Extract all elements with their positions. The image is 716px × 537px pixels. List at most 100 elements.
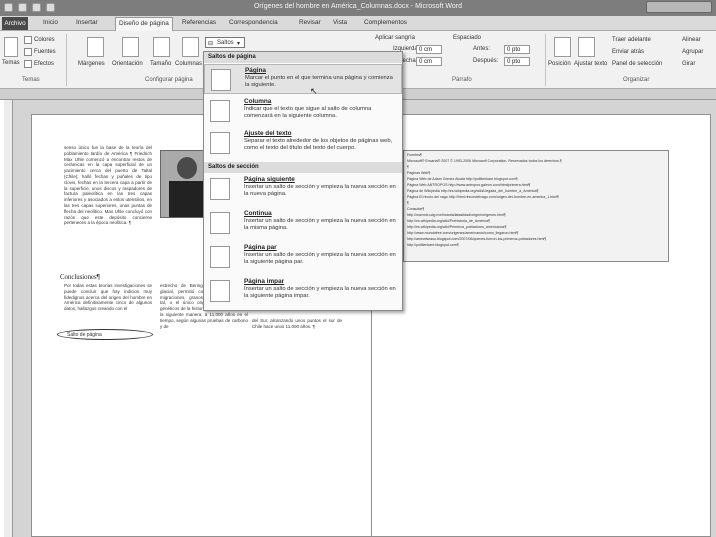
spacing-header: Espaciado <box>453 35 482 41</box>
menu-item-title: Página impar <box>244 278 285 285</box>
orientation-button[interactable]: Orientación <box>112 61 143 67</box>
position-button[interactable]: Posición <box>548 61 571 67</box>
source-line: Página Web de Adam Gómez Alcalá http://p… <box>407 177 518 181</box>
tab-home[interactable]: Inicio <box>43 19 58 26</box>
menu-item-next-page[interactable]: Página siguiente Insertar un salto de se… <box>204 174 402 204</box>
source-line: Páginas Web¶ <box>407 171 431 175</box>
divider <box>545 34 546 86</box>
source-line: http://politienkare.blogspot.com¶ <box>407 243 459 247</box>
send-backward-button[interactable]: Enviar atrás <box>612 49 644 55</box>
rotate-button[interactable]: Girar <box>682 61 695 67</box>
section-header-section-breaks: Saltos de sección <box>204 162 402 173</box>
tab-mailings[interactable]: Correspondencia <box>229 19 278 26</box>
align-button[interactable]: Alinear <box>682 37 701 43</box>
menu-item-text-wrapping[interactable]: Ajuste del texto Separar el texto alrede… <box>204 128 402 158</box>
indent-header: Aplicar sangría <box>375 35 416 41</box>
vertical-ruler[interactable] <box>4 100 13 537</box>
orientation-icon[interactable] <box>122 37 139 57</box>
source-line: ¶ <box>407 201 409 205</box>
indent-right-input[interactable]: 0 cm <box>416 57 442 66</box>
margins-button[interactable]: Márgenes <box>78 61 105 67</box>
source-line: Consultar¶ <box>407 207 425 211</box>
menu-item-title: Ajuste del texto <box>244 130 292 137</box>
source-line: http://es.wikipedia.org/wiki/Prehistoria… <box>407 219 491 223</box>
tab-insert[interactable]: Insertar <box>76 19 98 26</box>
breaks-dropdown-menu: Saltos de página Página Marcar el punto … <box>203 51 403 311</box>
group-button[interactable]: Agrupar <box>682 49 703 55</box>
tab-addins[interactable]: Complementos <box>364 19 407 26</box>
position-icon[interactable] <box>554 37 571 57</box>
tab-references[interactable]: Referencias <box>182 19 216 26</box>
effects-icon[interactable] <box>24 60 32 68</box>
menu-item-desc: Insertar un salto de sección y empieza l… <box>244 286 396 299</box>
page-break-icon <box>211 69 231 91</box>
columns-button[interactable]: Columnas <box>175 61 202 67</box>
portrait-head <box>177 157 197 179</box>
themes-icon[interactable] <box>4 37 18 57</box>
tab-file[interactable]: Archivo <box>2 17 28 30</box>
source-line: Microsoft® Encarta® 2007 © 1993-2006 Mic… <box>407 159 562 163</box>
section-header-page-breaks: Saltos de página <box>204 52 402 63</box>
indent-left-input[interactable]: 0 cm <box>416 45 442 54</box>
source-line: ¶ <box>407 165 409 169</box>
breaks-icon: ⊟ <box>208 41 214 47</box>
colors-icon[interactable] <box>24 36 32 44</box>
source-line: http://www.mundofree.com/origenes/americ… <box>407 231 519 235</box>
group-themes: Temas <box>22 77 40 83</box>
wrap-text-button[interactable]: Ajustar texto <box>574 61 607 67</box>
effects-button[interactable]: Efectos <box>34 61 54 67</box>
source-line: http://maxmix.udg.mx/historia/latastidad… <box>407 213 506 217</box>
menu-item-desc: Marcar el punto en el que termina una pá… <box>245 75 393 88</box>
text-wrapping-icon <box>210 132 230 154</box>
menu-item-title: Página siguiente <box>244 176 295 183</box>
margins-icon[interactable] <box>87 37 104 57</box>
menu-item-column-break[interactable]: Columna Indicar que el texto que sigue a… <box>204 96 402 126</box>
size-button[interactable]: Tamaño <box>150 61 171 67</box>
menu-item-desc: Insertar un salto de sección y empieza l… <box>244 184 396 197</box>
source-line: http://amewiseaso.blogspot.com/2007/06/q… <box>407 237 547 241</box>
menu-item-title: Página par <box>244 244 277 251</box>
mouse-cursor-icon: ↖ <box>310 86 318 96</box>
ribbon-tabs: Archivo Inicio Insertar Diseño de página… <box>0 16 716 31</box>
fonts-button[interactable]: Fuentes <box>34 49 56 55</box>
odd-page-icon <box>210 280 230 302</box>
conclusions-text: Por todas estas teorías investigaciones … <box>64 283 152 312</box>
tab-review[interactable]: Revisar <box>299 19 321 26</box>
divider <box>66 34 67 86</box>
menu-item-page-break[interactable]: Página Marcar el punto en el que termina… <box>204 64 402 94</box>
tab-page-layout[interactable]: Diseño de página <box>115 17 173 31</box>
spacing-before-label: Antes: <box>473 46 491 52</box>
size-icon[interactable] <box>153 37 170 57</box>
menu-item-odd-page[interactable]: Página impar Insertar un salto de secció… <box>204 276 402 306</box>
breaks-label: Saltos <box>217 40 234 46</box>
page-break-marker: Salto de página <box>67 332 102 338</box>
bring-forward-button[interactable]: Traer adelante <box>612 37 651 43</box>
menu-item-title: Continua <box>244 210 272 217</box>
source-line: Fuentes¶ <box>407 153 422 157</box>
column-1-text: senso único fue la base de la teoría del… <box>64 145 152 226</box>
window-controls[interactable] <box>646 1 712 13</box>
continuous-icon <box>210 212 230 234</box>
menu-item-even-page[interactable]: Página par Insertar un salto de sección … <box>204 242 402 272</box>
menu-item-continuous[interactable]: Continua Insertar un salto de sección y … <box>204 208 402 238</box>
chevron-down-icon: ▾ <box>237 41 241 47</box>
menu-item-desc: Separar el texto alrededor de los objeto… <box>244 138 393 151</box>
fonts-icon[interactable] <box>24 48 32 56</box>
menu-item-desc: Insertar un salto de sección y empieza l… <box>244 252 396 265</box>
selection-pane-button[interactable]: Panel de selección <box>612 61 662 67</box>
themes-label: Temas <box>2 60 20 66</box>
window-title: Orígenes del hombre en América_Columnas.… <box>253 3 462 10</box>
columns-icon[interactable] <box>182 37 199 57</box>
wrap-text-icon[interactable] <box>578 37 595 57</box>
source-line: Página Web ANTROPOS http://www.antropos.… <box>407 183 531 187</box>
source-line: http://es.wikipedia.org/wiki/Primeros_po… <box>407 225 507 229</box>
colors-button[interactable]: Colores <box>34 37 55 43</box>
spacing-after-input[interactable]: 0 pto <box>504 57 530 66</box>
spacing-before-input[interactable]: 0 pto <box>504 45 530 54</box>
bibliography-field[interactable]: Fuentes¶ Microsoft® Encarta® 2007 © 1993… <box>403 150 669 262</box>
conclusions-heading: Conclusiones¶ <box>60 274 100 281</box>
even-page-icon <box>210 246 230 268</box>
breaks-button[interactable]: ⊟ Saltos ▾ <box>205 37 245 48</box>
tab-view[interactable]: Vista <box>333 19 347 26</box>
source-line: Página El rincón del vago http://html.ri… <box>407 195 559 199</box>
